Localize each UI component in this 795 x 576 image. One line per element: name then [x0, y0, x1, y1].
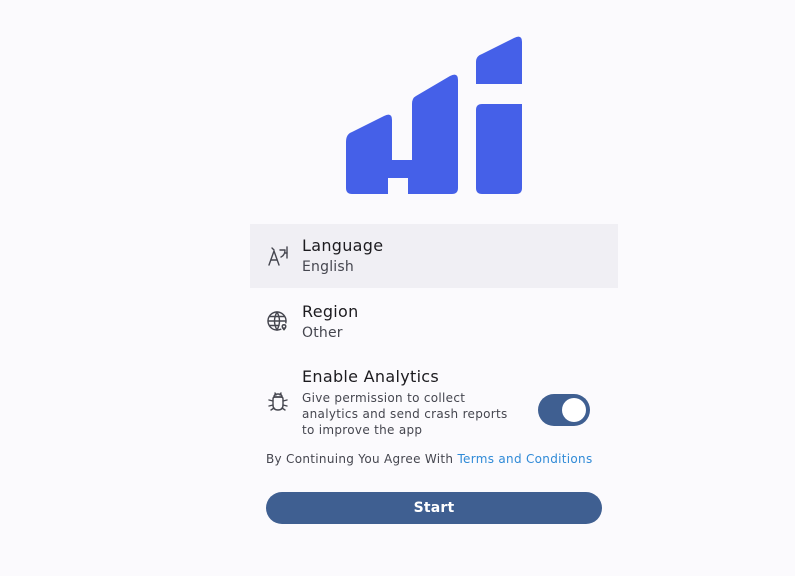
settings-list: Language English Region Other Enable Ana… [250, 224, 618, 444]
translate-icon [266, 244, 290, 268]
language-text: Language English [302, 235, 383, 277]
toggle-thumb [562, 398, 586, 422]
analytics-text: Enable Analytics Give permission to coll… [302, 366, 522, 438]
globe-location-icon [266, 310, 290, 334]
region-text: Region Other [302, 301, 359, 343]
language-setting[interactable]: Language English [250, 224, 618, 288]
analytics-description: Give permission to collect analytics and… [302, 391, 508, 437]
terms-link[interactable]: Terms and Conditions [457, 452, 592, 466]
terms-prefix: By Continuing You Agree With [266, 452, 458, 466]
onboarding-screen: Language English Region Other Enable Ana… [0, 0, 795, 576]
start-button[interactable]: Start [266, 492, 602, 524]
hi-logo-icon [346, 36, 522, 194]
region-title: Region [302, 302, 359, 321]
analytics-setting[interactable]: Enable Analytics Give permission to coll… [250, 356, 618, 444]
language-title: Language [302, 236, 384, 255]
analytics-toggle[interactable] [538, 394, 590, 426]
analytics-title: Enable Analytics [302, 367, 440, 386]
region-value: Other [302, 325, 343, 341]
bug-icon [266, 390, 290, 414]
terms-notice: By Continuing You Agree With Terms and C… [266, 452, 593, 466]
region-setting[interactable]: Region Other [250, 288, 618, 356]
language-value: English [302, 259, 354, 275]
